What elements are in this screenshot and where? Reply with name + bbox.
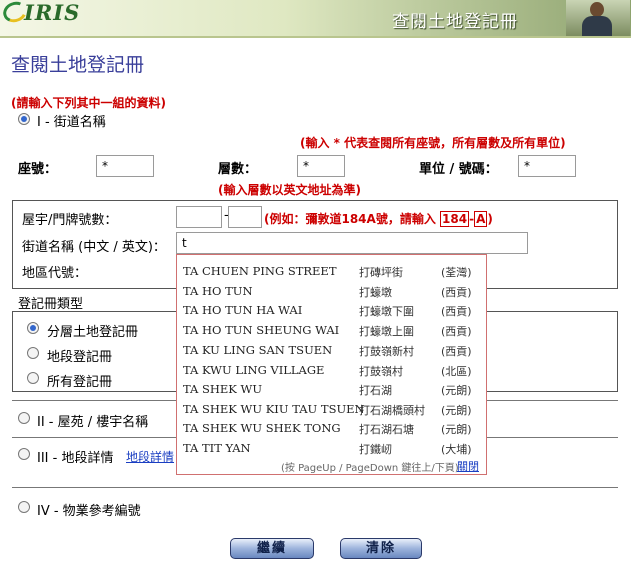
suggestion-chinese: 打石湖 [359,384,392,397]
suggestion-item[interactable]: TA HO TUN 打蠔墩 (西貢) [183,281,481,301]
unit-input[interactable] [518,155,576,177]
continue-button[interactable]: 繼續 [230,538,314,559]
suggestion-chinese: 打蠔墩上圍 [359,325,414,338]
suggestion-chinese: 打蠔墩 [359,286,392,299]
pagination-hint: (按 PageUp / PageDown 鍵往上/下頁) [281,463,459,474]
person-head-icon [590,2,604,17]
street-suggestion-dropdown: TA CHUEN PING STREET 打磚坪街 (荃灣) TA HO TUN… [176,254,487,475]
house-no-to-input[interactable] [228,206,262,228]
suggestion-district: (大埔) [441,443,472,456]
suggestion-district: (荃灣) [441,266,472,279]
suggestion-english: TA SHEK WU [183,382,263,396]
suggestion-district: (元朗) [441,384,472,397]
section3-label: III - 地段詳情 [37,451,114,466]
suggestion-district: (西貢) [441,305,472,318]
suggestion-english: TA SHEK WU KIU TAU TSUEN [183,402,365,416]
option-floor-register: 分層土地登記冊 [47,325,139,340]
suggestion-chinese: 打蠔墩下圍 [359,305,414,318]
suggestion-chinese: 打鐵屻 [359,443,392,456]
radio-property-ref[interactable] [18,501,30,513]
radio-floor-register[interactable] [27,322,39,334]
page-title: 查閱土地登記冊 [11,54,145,76]
house-example-text: (例如：彌敦道184A號，請輸入 184- A) [264,210,493,227]
radio-estate-name[interactable] [18,412,30,424]
example-prefix: (例如：彌敦道184A號，請輸入 [264,212,436,226]
lot-details-link[interactable]: 地段詳情 [126,448,176,465]
example-number: 184 [440,211,470,227]
suggestion-chinese: 打鼓嶺村 [359,365,403,378]
suggestion-chinese: 打磚坪街 [359,266,403,279]
suggestion-chinese: 打石湖橋頭村 [359,404,425,417]
house-no-label: 屋宇/門牌號數： [22,213,118,228]
suggestion-chinese: 打石湖石塘 [359,423,414,436]
option-lot-register: 地段登記冊 [47,350,113,365]
instruction-text: (請輸入下列其中一組的資料) [11,96,166,110]
district-code-label: 地區代號： [22,266,88,281]
suggestion-item[interactable]: TA SHEK WU KIU TAU TSUEN 打石湖橋頭村 (元朗) [183,399,481,419]
section2-label: II - 屋苑 / 樓宇名稱 [37,415,149,430]
suggestion-english: TA HO TUN HA WAI [183,303,303,317]
suggestion-district: (西貢) [441,325,472,338]
logo-text: IRIS [24,0,81,25]
suggestion-english: TA HO TUN [183,284,253,298]
street-name-label: 街道名稱 (中文 / 英文)： [22,240,166,255]
suggestion-item[interactable]: TA TIT YAN 打鐵屻 (大埔) [183,438,481,458]
section4-label: IV - 物業參考編號 [37,504,141,519]
floor-label: 層數： [218,162,258,177]
suggestion-district: (元朗) [441,404,472,417]
suggestion-english: TA SHEK WU SHEK TONG [183,421,341,435]
asterisk-note: (輸入 * 代表查閱所有座號，所有層數及所有單位) [300,136,566,150]
suggestion-district: (西貢) [441,286,472,299]
unit-label: 單位 / 號碼： [419,162,498,177]
suggestion-item[interactable]: TA KWU LING VILLAGE 打鼓嶺村 (北區) [183,360,481,380]
suggestion-district: (西貢) [441,345,472,358]
person-body-icon [582,16,612,38]
register-type-title: 登記冊類型 [18,297,84,312]
close-dropdown-link[interactable]: 關閉 [457,458,479,474]
suggestion-english: TA HO TUN SHEUNG WAI [183,323,340,337]
header-title: 查閱土地登記冊 [392,12,518,32]
block-label: 座號： [18,162,58,177]
house-no-from-input[interactable] [176,206,222,228]
suggestion-item[interactable]: TA HO TUN HA WAI 打蠔墩下圍 (西貢) [183,300,481,320]
header-divider [0,36,631,38]
suggestion-item[interactable]: TA SHEK WU 打石湖 (元朗) [183,379,481,399]
floor-note: (輸入層數以英文地址為準) [218,183,361,197]
suggestion-english: TA CHUEN PING STREET [183,264,337,278]
suggestion-district: (元朗) [441,423,472,436]
radio-lot-details[interactable] [18,448,30,460]
divider-3 [12,487,618,488]
clear-button[interactable]: 清除 [340,538,422,559]
floor-input[interactable] [297,155,345,177]
option-all-register: 所有登記冊 [47,375,113,390]
radio-all-register[interactable] [27,372,39,384]
suggestion-english: TA KWU LING VILLAGE [183,363,325,377]
section1-label: I - 街道名稱 [37,115,106,130]
block-input[interactable] [96,155,154,177]
suggestion-district: (北區) [441,365,472,378]
header-banner [0,0,631,36]
suggestion-chinese: 打鼓嶺新村 [359,345,414,358]
example-letter: A [474,211,488,227]
radio-street-name[interactable] [18,113,30,125]
street-name-input[interactable] [176,232,528,254]
suggestion-item[interactable]: TA HO TUN SHEUNG WAI 打蠔墩上圍 (西貢) [183,320,481,340]
example-close: ) [487,212,493,226]
suggestion-item[interactable]: TA KU LING SAN TSUEN 打鼓嶺新村 (西貢) [183,340,481,360]
suggestion-english: TA TIT YAN [183,441,251,455]
suggestion-english: TA KU LING SAN TSUEN [183,343,333,357]
radio-lot-register[interactable] [27,347,39,359]
suggestion-item[interactable]: TA SHEK WU SHEK TONG 打石湖石塘 (元朗) [183,418,481,438]
suggestion-item[interactable]: TA CHUEN PING STREET 打磚坪街 (荃灣) [183,261,481,281]
